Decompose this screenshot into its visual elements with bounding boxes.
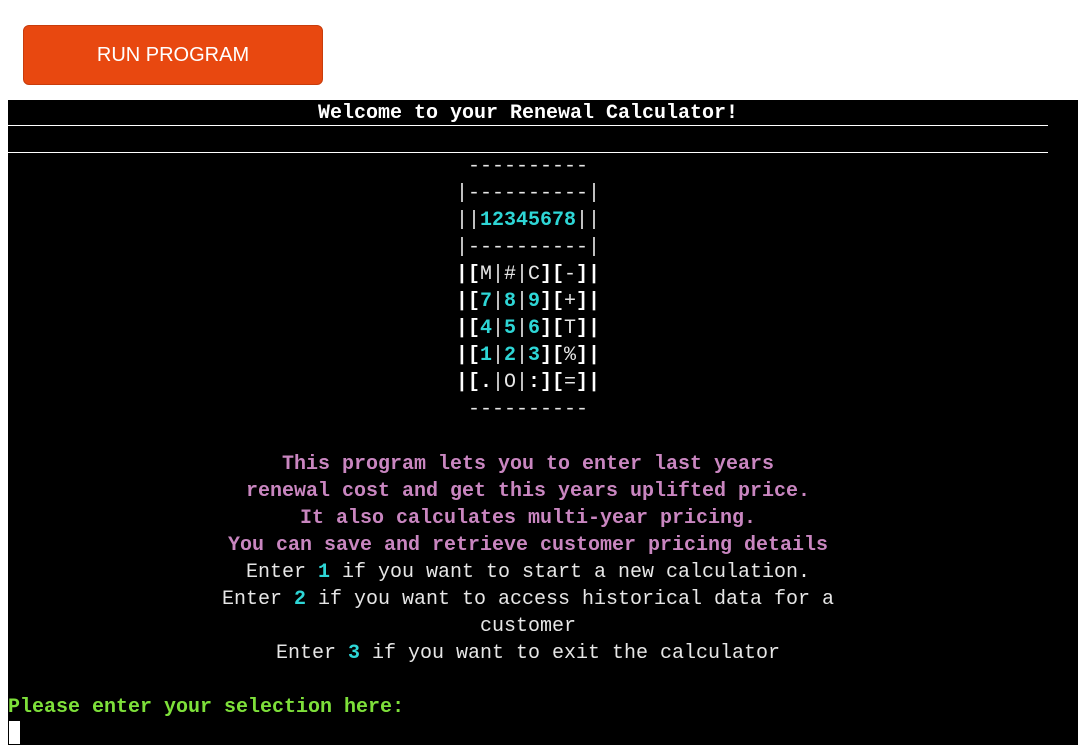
art-key-row-456: |[4|5|6][T]| (455, 317, 601, 340)
title-divider-top (8, 125, 1048, 126)
welcome-title: Welcome to your Renewal Calculator! (317, 102, 739, 125)
description-line: This program lets you to enter last year… (281, 453, 775, 476)
terminal-input-cursor[interactable] (9, 721, 20, 744)
run-program-button[interactable]: RUN PROGRAM (23, 25, 323, 85)
option-line-2-cont: customer (479, 615, 576, 638)
option-line-3: Enter 3 if you want to exit the calculat… (275, 642, 781, 665)
terminal[interactable]: Welcome to your Renewal Calculator! ----… (8, 100, 1078, 745)
art-key-row-123: |[1|2|3][%]| (455, 344, 601, 367)
description-line: renewal cost and get this years uplifted… (245, 480, 811, 503)
description-line: You can save and retrieve customer prici… (227, 534, 829, 557)
option-line-2: Enter 2 if you want to access historical… (221, 588, 835, 611)
art-key-row-789: |[7|8|9][+]| (455, 290, 601, 313)
art-frame-line: |----------| (455, 182, 601, 205)
option-line-1: Enter 1 if you want to start a new calcu… (245, 561, 811, 584)
art-display-line: ||12345678|| (455, 209, 601, 232)
art-top-line: ---------- (467, 155, 589, 178)
art-key-row-dot: |[.|O|:][=]| (455, 371, 601, 394)
art-bottom-line: ---------- (467, 398, 589, 421)
art-key-row-memory: |[M|#|C][-]| (455, 263, 601, 286)
display-digits: 12345678 (479, 209, 576, 232)
art-frame-line: |----------| (455, 236, 601, 259)
description-line: It also calculates multi-year pricing. (299, 507, 757, 530)
selection-prompt: Please enter your selection here: (8, 696, 405, 719)
